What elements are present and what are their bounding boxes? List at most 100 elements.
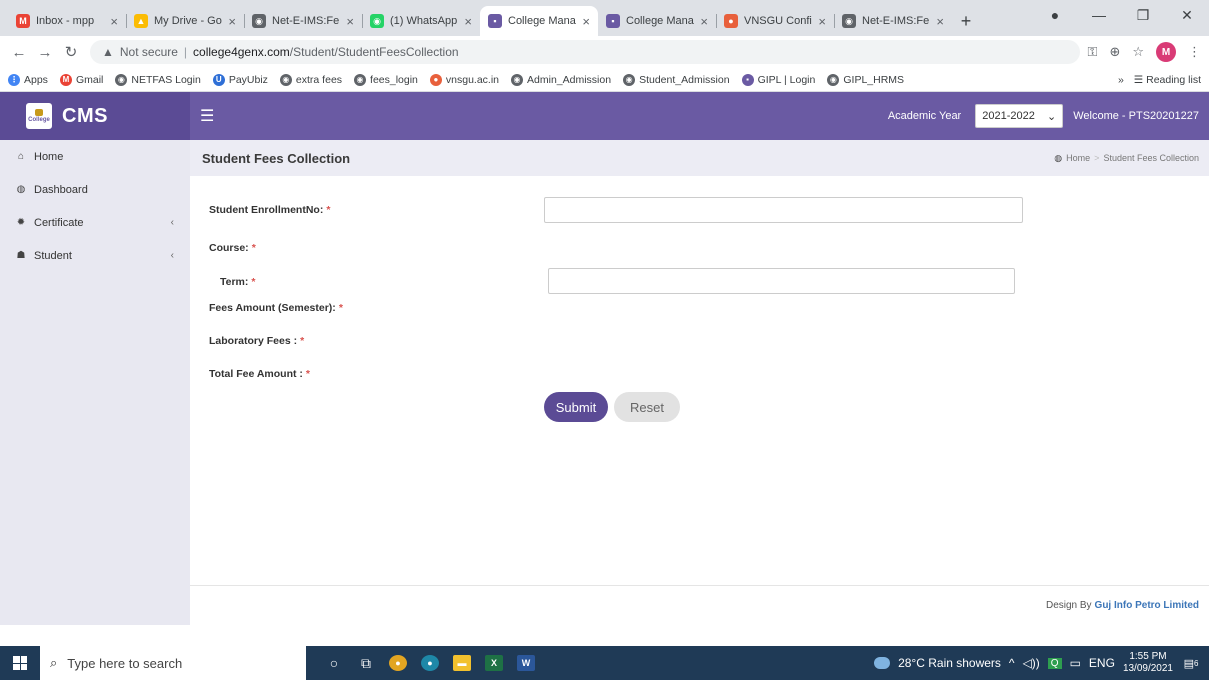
- bookmark-label: Student_Admission: [639, 73, 730, 86]
- browser-tab[interactable]: ◉ (1) WhatsApp ×: [362, 6, 480, 36]
- bookmark-icon: ◉: [115, 73, 128, 86]
- language-indicator[interactable]: ENG: [1089, 656, 1115, 670]
- brand[interactable]: College CMS: [0, 92, 190, 140]
- tab-close-icon[interactable]: ×: [818, 14, 826, 29]
- bookmark-label: Apps: [24, 73, 48, 86]
- term-input[interactable]: [548, 268, 1015, 294]
- browser-tab[interactable]: ● VNSGU Confi ×: [716, 6, 834, 36]
- bookmark-item[interactable]: M Gmail: [59, 73, 103, 86]
- bookmark-item[interactable]: ◉ NETFAS Login: [115, 73, 201, 86]
- home-icon: ⌂: [17, 151, 25, 162]
- bookmark-icon: ◉: [279, 73, 292, 86]
- browser-tab[interactable]: ▪ College Mana ×: [598, 6, 716, 36]
- bookmark-item[interactable]: ◉ fees_login: [354, 73, 418, 86]
- sidebar-item-certificate[interactable]: ✹ Certificate ‹: [0, 206, 190, 239]
- url-path: /Student/StudentFeesCollection: [289, 45, 459, 59]
- window-controls: ● — ❐ ✕: [1033, 0, 1209, 30]
- chrome-canary-icon[interactable]: ●: [414, 646, 446, 680]
- zoom-icon[interactable]: ⊕: [1109, 44, 1120, 60]
- academic-year-label: Academic Year: [887, 110, 962, 122]
- reset-button[interactable]: Reset: [614, 392, 680, 422]
- reading-list-button[interactable]: ☰ Reading list: [1134, 74, 1201, 86]
- bookmark-item[interactable]: ◉ GIPL_HRMS: [827, 73, 904, 86]
- tab-close-icon[interactable]: ×: [464, 14, 472, 29]
- reload-button[interactable]: ↻: [60, 43, 82, 61]
- browser-tab[interactable]: ◉ Net-E-IMS:Fe ×: [834, 6, 952, 36]
- tab-favicon-icon: ▲: [134, 14, 148, 28]
- forward-button[interactable]: →: [34, 44, 56, 61]
- word-icon[interactable]: W: [510, 646, 542, 680]
- app-tray-icon[interactable]: Q: [1047, 657, 1062, 669]
- bookmark-item[interactable]: U PayUbiz: [212, 73, 268, 86]
- tab-search-icon[interactable]: ●: [1033, 7, 1077, 23]
- file-explorer-icon[interactable]: ▬: [446, 646, 478, 680]
- sidebar-item-student[interactable]: ☗ Student ‹: [0, 239, 190, 272]
- taskbar-search-input[interactable]: ⌕ Type here to search: [40, 646, 306, 680]
- tab-favicon-icon: ◉: [252, 14, 266, 28]
- bookmarks-bar: ⋮ Apps M Gmail ◉ NETFAS Login U PayUbiz ◉ extra f…: [0, 68, 1209, 92]
- academic-year-value: 2021-2022: [982, 110, 1035, 122]
- more-bookmarks-icon[interactable]: »: [1118, 74, 1124, 86]
- bookmark-icon: ●: [429, 73, 442, 86]
- browser-tab[interactable]: M Inbox - mpp ×: [8, 6, 126, 36]
- hamburger-menu-icon[interactable]: ☰: [200, 106, 214, 126]
- menu-kebab-icon[interactable]: ⋮: [1188, 44, 1201, 60]
- enrollment-input[interactable]: [544, 197, 1023, 223]
- task-view-icon[interactable]: ⧉: [350, 646, 382, 680]
- notifications-icon[interactable]: ▤ 6: [1181, 653, 1201, 673]
- tab-close-icon[interactable]: ×: [582, 14, 590, 29]
- tab-close-icon[interactable]: ×: [936, 14, 944, 29]
- windows-logo-icon: [13, 656, 27, 670]
- profile-avatar[interactable]: M: [1156, 42, 1176, 62]
- url-input[interactable]: ▲ Not secure | college4genx.com /Student…: [90, 40, 1080, 64]
- network-icon[interactable]: ▭: [1070, 656, 1081, 670]
- tab-close-icon[interactable]: ×: [700, 14, 708, 29]
- footer-company-link[interactable]: Guj Info Petro Limited: [1095, 600, 1199, 611]
- chrome-icon[interactable]: ●: [382, 646, 414, 680]
- excel-icon[interactable]: X: [478, 646, 510, 680]
- bookmark-item[interactable]: ● vnsgu.ac.in: [429, 73, 499, 86]
- tab-close-icon[interactable]: ×: [228, 14, 236, 29]
- term-label: Term: *: [220, 276, 256, 288]
- volume-icon[interactable]: ◁)): [1023, 656, 1040, 670]
- url-host: college4genx.com: [193, 45, 290, 59]
- bookmark-icon: U: [212, 73, 225, 86]
- star-icon[interactable]: ☆: [1132, 44, 1144, 60]
- bookmark-item[interactable]: ▪ GIPL | Login: [741, 73, 815, 86]
- submit-button[interactable]: Submit: [544, 392, 608, 422]
- bookmark-icon: ◉: [354, 73, 367, 86]
- total-fee-label: Total Fee Amount : *: [209, 368, 311, 380]
- sidebar: ⌂ Home ◍ Dashboard ✹ Certificate ‹ ☗ Student ‹: [0, 140, 190, 625]
- bookmark-icon: ◉: [511, 73, 524, 86]
- sidebar-item-home[interactable]: ⌂ Home: [0, 140, 190, 173]
- restore-button[interactable]: ❐: [1121, 7, 1165, 24]
- browser-tab[interactable]: ▪ College Mana ×: [480, 6, 598, 36]
- cortana-icon[interactable]: ○: [318, 646, 350, 680]
- bookmark-item[interactable]: ◉ Admin_Admission: [511, 73, 611, 86]
- minimize-button[interactable]: —: [1077, 7, 1121, 23]
- key-icon[interactable]: ⚿: [1088, 44, 1098, 60]
- clock-date: 13/09/2021: [1122, 663, 1173, 674]
- tab-favicon-icon: M: [16, 14, 30, 28]
- chevron-up-icon[interactable]: ^: [1009, 656, 1015, 670]
- tab-close-icon[interactable]: ×: [110, 14, 118, 29]
- start-button[interactable]: [0, 646, 40, 680]
- browser-tab[interactable]: ▲ My Drive - Go ×: [126, 6, 244, 36]
- welcome-user[interactable]: Welcome - PTS20201227: [1073, 110, 1199, 122]
- clock[interactable]: 1:55 PM 13/09/2021: [1123, 651, 1173, 675]
- weather-text[interactable]: 28°C Rain showers: [898, 656, 1001, 670]
- bookmark-item[interactable]: ⋮ Apps: [8, 73, 48, 86]
- college-logo: College: [26, 103, 52, 129]
- tab-label: VNSGU Confi: [744, 15, 812, 27]
- bookmark-item[interactable]: ◉ extra fees: [279, 73, 342, 86]
- close-window-button[interactable]: ✕: [1165, 7, 1209, 24]
- breadcrumb-home[interactable]: Home: [1066, 153, 1090, 163]
- academic-year-select[interactable]: 2021-2022 ⌄: [975, 104, 1064, 128]
- new-tab-button[interactable]: +: [952, 6, 980, 36]
- bookmark-item[interactable]: ◉ Student_Admission: [623, 73, 730, 86]
- dashboard-icon: ◍: [16, 184, 26, 195]
- tab-close-icon[interactable]: ×: [346, 14, 354, 29]
- sidebar-item-dashboard[interactable]: ◍ Dashboard: [0, 173, 190, 206]
- browser-tab[interactable]: ◉ Net-E-IMS:Fe ×: [244, 6, 362, 36]
- back-button[interactable]: ←: [8, 44, 30, 61]
